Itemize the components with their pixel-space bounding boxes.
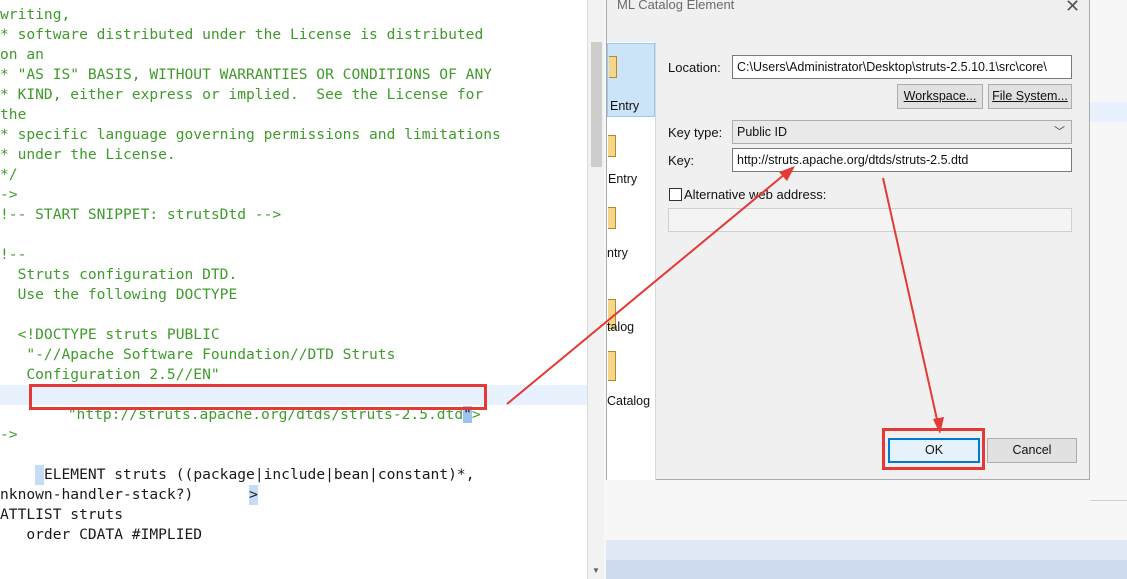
file-system-button[interactable]: File System... <box>988 84 1072 109</box>
nav-item-rewrite-entry[interactable]: ntry <box>607 191 655 265</box>
code-line: writing, <box>0 6 71 23</box>
element-struts-close: > <box>249 485 258 505</box>
editor-scrollbar-thumb[interactable] <box>591 42 602 167</box>
nav-item-catalog[interactable]: talog <box>607 265 655 339</box>
code-line: the <box>0 106 27 123</box>
alternative-web-address-label: Alternative web address: <box>684 187 827 202</box>
close-icon[interactable]: ✕ <box>1065 0 1080 17</box>
catalog-entry-icon <box>608 207 616 229</box>
code-line: order CDATA #IMPLIED <box>0 526 203 543</box>
xml-catalog-element-dialog: ML Catalog Element ✕ Entry Entry ntry ta… <box>606 0 1090 480</box>
code-line: nknown-handler-stack?) <box>0 486 194 503</box>
ide-divider <box>1090 500 1127 501</box>
code-line: * software distributed under the License… <box>0 26 484 43</box>
code-line: ATTLIST struts <box>0 506 124 523</box>
editor-scrollbar[interactable]: ▼ <box>587 0 605 579</box>
key-label: Key: <box>668 153 695 168</box>
dialog-title: ML Catalog Element <box>617 0 735 12</box>
code-line: Configuration 2.5//EN" <box>0 366 220 383</box>
code-line: * specific language governing permission… <box>0 126 501 143</box>
code-line: Struts configuration DTD. <box>0 266 238 283</box>
catalog-entry-icon <box>608 135 616 157</box>
code-line: -> <box>0 186 18 203</box>
ide-status-strip <box>606 560 1127 579</box>
chevron-down-icon: ﹀ <box>1054 126 1065 138</box>
key-type-label: Key type: <box>668 125 723 140</box>
key-type-select[interactable]: Public ID ﹀ <box>732 120 1072 144</box>
entry-type-list: Entry Entry ntry talog Catalog <box>607 42 656 480</box>
code-line: "-//Apache Software Foundation//DTD Stru… <box>0 346 396 363</box>
annotation-box-ok <box>882 428 985 470</box>
catalog-icon <box>608 351 616 381</box>
cancel-button[interactable]: Cancel <box>987 438 1077 463</box>
nav-item-uri-entry[interactable]: Entry <box>607 43 655 117</box>
key-field[interactable]: http://struts.apache.org/dtds/struts-2.5… <box>732 148 1072 172</box>
location-field[interactable]: C:\Users\Administrator\Desktop\struts-2.… <box>732 55 1072 79</box>
ide-line-highlight <box>1090 102 1127 122</box>
nav-item-next-entry[interactable]: Entry <box>607 117 655 191</box>
element-struts-text: ELEMENT struts ((package|include|bean|co… <box>43 466 475 483</box>
key-type-value: Public ID <box>737 125 788 139</box>
scroll-down-arrow-icon[interactable]: ▼ <box>592 566 600 575</box>
alternative-web-address-checkbox[interactable] <box>669 188 682 201</box>
code-line: Use the following DOCTYPE <box>0 286 238 303</box>
code-line-element-struts[interactable]: ELEMENT struts ((package|include|bean|co… <box>0 445 474 485</box>
location-label: Location: <box>668 60 721 75</box>
catalog-entry-icon <box>609 56 617 78</box>
bracket-match <box>35 465 44 485</box>
code-editor[interactable]: writing, * software distributed under the… <box>0 0 587 579</box>
code-line: * under the License. <box>0 146 176 163</box>
code-line: !-- START SNIPPET: strutsDtd --> <box>0 206 282 223</box>
code-line: on an <box>0 46 44 63</box>
annotation-box-url <box>29 384 487 410</box>
code-line: */ <box>0 166 18 183</box>
alternative-web-address-field[interactable] <box>668 208 1072 232</box>
nav-item-next-catalog[interactable]: Catalog <box>607 339 655 413</box>
code-line: * KIND, either express or implied. See t… <box>0 86 484 103</box>
workspace-button[interactable]: Workspace... <box>897 84 983 109</box>
code-line: * "AS IS" BASIS, WITHOUT WARRANTIES OR C… <box>0 66 493 83</box>
code-line: !-- <box>0 246 27 263</box>
code-line: <!DOCTYPE struts PUBLIC <box>0 326 220 343</box>
